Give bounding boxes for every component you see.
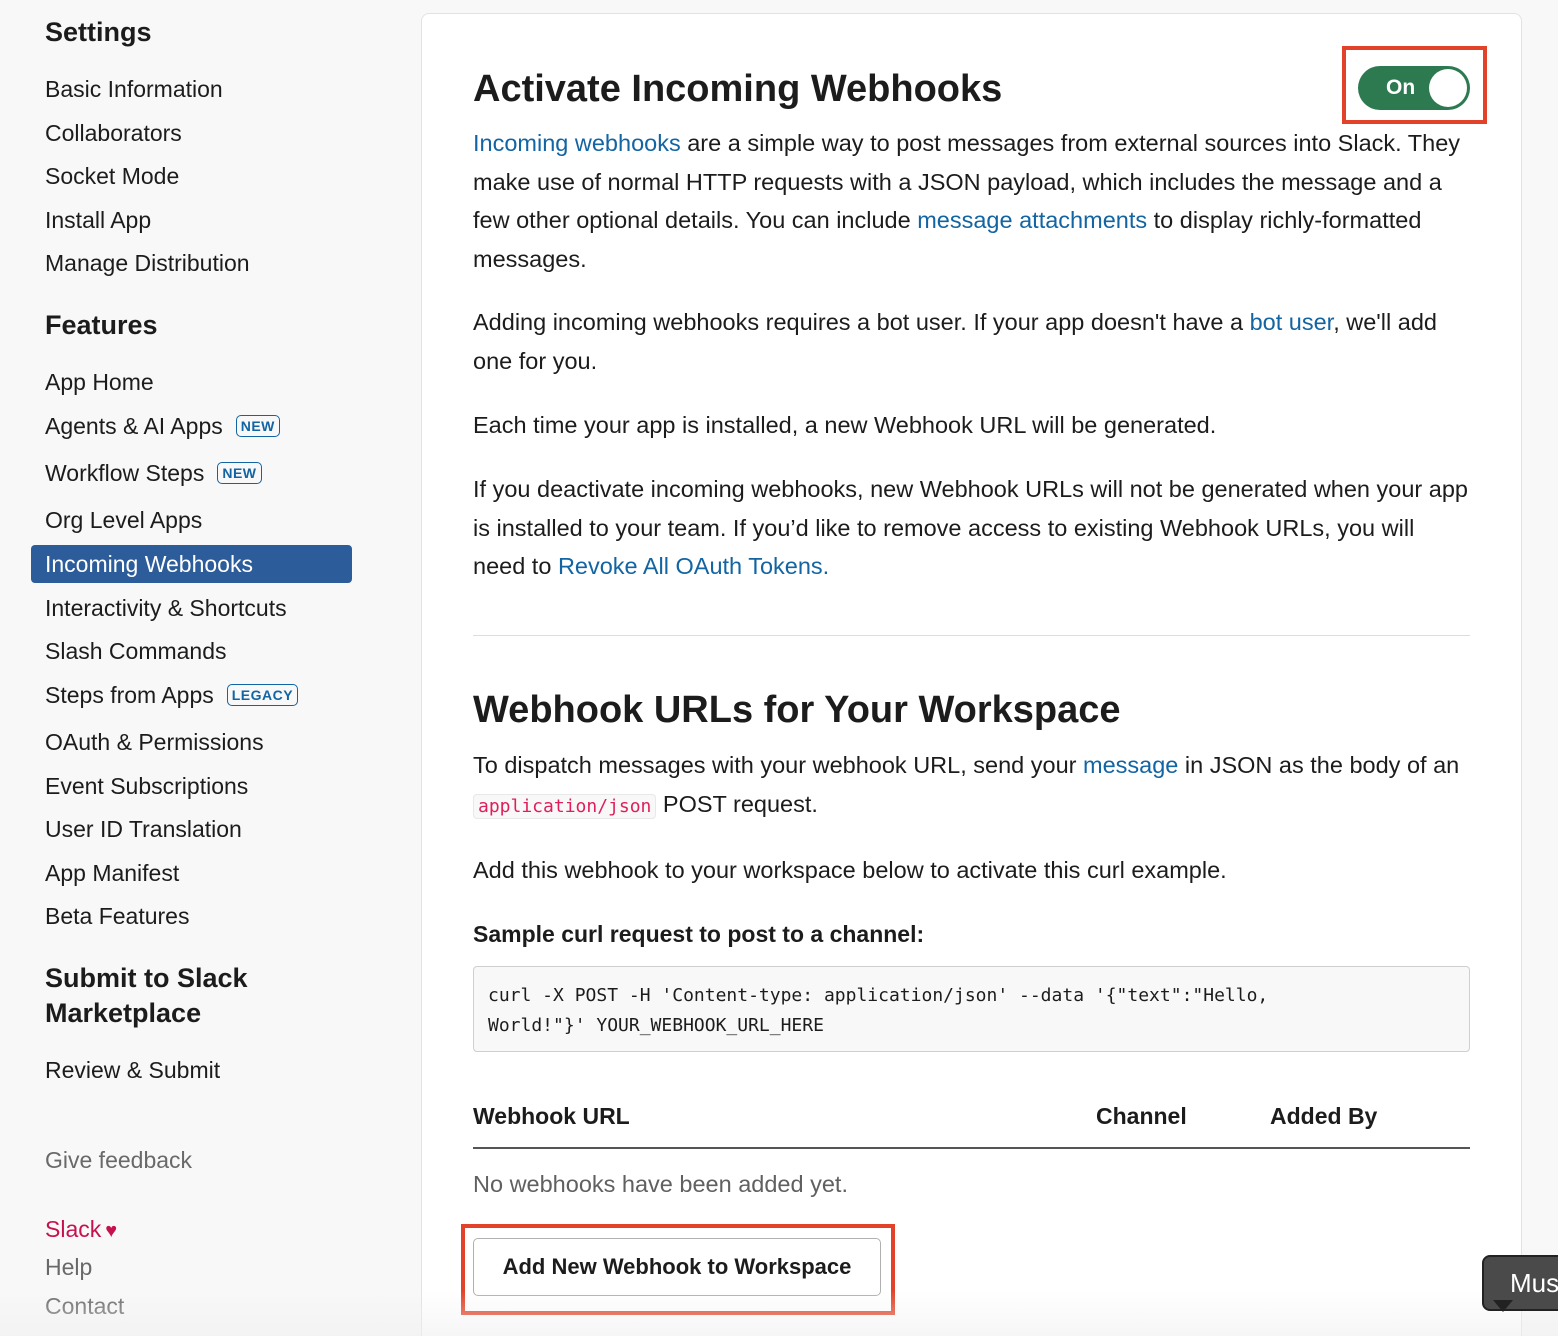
sample-curl-heading: Sample curl request to post to a channel… <box>473 921 925 947</box>
paragraph-text: in JSON as the body of an <box>1178 752 1460 778</box>
give-feedback-link[interactable]: Give feedback <box>45 1145 192 1175</box>
inline-code: application/json <box>473 793 657 819</box>
workspace-paragraph-2: Add this webhook to your workspace below… <box>473 857 1227 883</box>
sidebar-item-label: Steps from Apps <box>45 682 214 708</box>
curl-line: World!"}' YOUR_WEBHOOK_URL_HERE <box>488 1015 824 1036</box>
sidebar-item-label: Agents & AI Apps <box>45 413 223 439</box>
toggle-highlight-box <box>1342 46 1487 124</box>
slack-link-label: Slack <box>45 1216 102 1242</box>
sidebar-item-label: Slash Commands <box>45 638 227 664</box>
sidebar-item-install-app[interactable]: Install App <box>45 205 151 235</box>
activate-paragraph-3: Each time your app is installed, a new W… <box>473 412 1217 438</box>
sidebar-item-app-home[interactable]: App Home <box>45 367 154 397</box>
curl-code-block: curl -X POST -H 'Content-type: applicati… <box>473 966 1470 1052</box>
paragraph-text: To dispatch messages with your webhook U… <box>473 752 1084 778</box>
sidebar-item-socket-mode[interactable]: Socket Mode <box>45 161 179 191</box>
sidebar-item-label: App Home <box>45 369 154 395</box>
incoming-webhooks-link[interactable]: Incoming webhooks <box>473 130 681 156</box>
revoke-tokens-link[interactable]: Revoke All OAuth Tokens. <box>558 553 829 579</box>
sidebar-item-label: OAuth & Permissions <box>45 729 264 755</box>
sidebar-item-label: Org Level Apps <box>45 507 203 533</box>
column-header-channel: Channel <box>1096 1103 1187 1129</box>
message-link[interactable]: message <box>1083 752 1178 778</box>
bot-user-link[interactable]: bot user <box>1250 309 1334 335</box>
sidebar-item-collaborators[interactable]: Collaborators <box>45 118 182 148</box>
sidebar-item-label: Workflow Steps <box>45 460 205 486</box>
sidebar-item-workflow-steps[interactable]: Workflow Steps NEW <box>45 458 262 488</box>
sidebar-item-manage-distribution[interactable]: Manage Distribution <box>45 248 250 278</box>
sidebar-item-slash-commands[interactable]: Slash Commands <box>45 636 227 666</box>
slack-link[interactable]: Slack ♥ <box>45 1214 117 1246</box>
features-heading: Features <box>45 310 158 340</box>
column-header-added-by: Added By <box>1270 1103 1378 1129</box>
workspace-title: Webhook URLs for Your Workspace <box>473 689 1121 731</box>
sidebar-item-org-level-apps[interactable]: Org Level Apps <box>45 505 202 535</box>
paragraph-text: Adding incoming webhooks requires a bot … <box>473 309 1250 335</box>
submit-heading-line2: Marketplace <box>45 998 202 1028</box>
sidebar-item-user-id-translation[interactable]: User ID Translation <box>45 814 242 844</box>
column-header-webhook-url: Webhook URL <box>473 1103 630 1129</box>
sidebar-item-basic-information[interactable]: Basic Information <box>45 74 223 104</box>
new-badge: NEW <box>217 462 262 484</box>
sidebar-item-incoming-webhooks[interactable]: Incoming Webhooks <box>31 545 352 583</box>
sidebar-item-oauth-permissions[interactable]: OAuth & Permissions <box>45 727 264 757</box>
sidebar-item-review-submit[interactable]: Review & Submit <box>45 1055 220 1085</box>
submit-heading: Submit to Slack Marketplace <box>45 961 248 1031</box>
message-attachments-link[interactable]: message attachments <box>917 207 1147 233</box>
activate-title: Activate Incoming Webhooks <box>473 68 1003 110</box>
sidebar-item-label: Incoming Webhooks <box>45 551 253 577</box>
sidebar-item-label: User ID Translation <box>45 816 242 842</box>
sidebar-item-beta-features[interactable]: Beta Features <box>45 901 189 931</box>
submit-heading-line1: Submit to Slack <box>45 963 248 993</box>
activate-paragraph-2: Adding incoming webhooks requires a bot … <box>473 303 1473 380</box>
sidebar-item-steps-from-apps[interactable]: Steps from Apps LEGACY <box>45 680 299 710</box>
settings-heading: Settings <box>45 17 152 47</box>
tooltip-tail <box>1493 1300 1513 1312</box>
heart-icon: ♥ <box>105 1220 118 1242</box>
sidebar-item-label: Interactivity & Shortcuts <box>45 595 287 621</box>
sidebar: Settings Basic Information Collaborators… <box>0 0 400 1336</box>
sidebar-item-agents-ai-apps[interactable]: Agents & AI Apps NEW <box>45 411 280 441</box>
curl-line: curl -X POST -H 'Content-type: applicati… <box>488 985 1269 1006</box>
sidebar-item-label: Event Subscriptions <box>45 773 249 799</box>
contact-link[interactable]: Contact <box>45 1291 124 1321</box>
paragraph-text: POST request. <box>656 790 818 817</box>
workspace-paragraph-1: To dispatch messages with your webhook U… <box>473 746 1473 826</box>
legacy-badge: LEGACY <box>226 684 299 706</box>
sidebar-item-event-subscriptions[interactable]: Event Subscriptions <box>45 771 248 801</box>
table-header-divider <box>473 1147 1470 1149</box>
sidebar-item-app-manifest[interactable]: App Manifest <box>45 858 179 888</box>
new-badge: NEW <box>235 415 280 437</box>
sidebar-item-interactivity-shortcuts[interactable]: Interactivity & Shortcuts <box>45 593 287 623</box>
section-divider <box>473 635 1470 636</box>
button-highlight-box <box>461 1224 895 1315</box>
activate-paragraph-1: Incoming webhooks are a simple way to po… <box>473 124 1473 278</box>
empty-webhooks-message: No webhooks have been added yet. <box>473 1171 848 1197</box>
help-link[interactable]: Help <box>45 1252 92 1282</box>
sidebar-item-label: Beta Features <box>45 903 190 929</box>
activate-paragraph-4: If you deactivate incoming webhooks, new… <box>473 470 1473 586</box>
sidebar-item-label: App Manifest <box>45 860 180 886</box>
